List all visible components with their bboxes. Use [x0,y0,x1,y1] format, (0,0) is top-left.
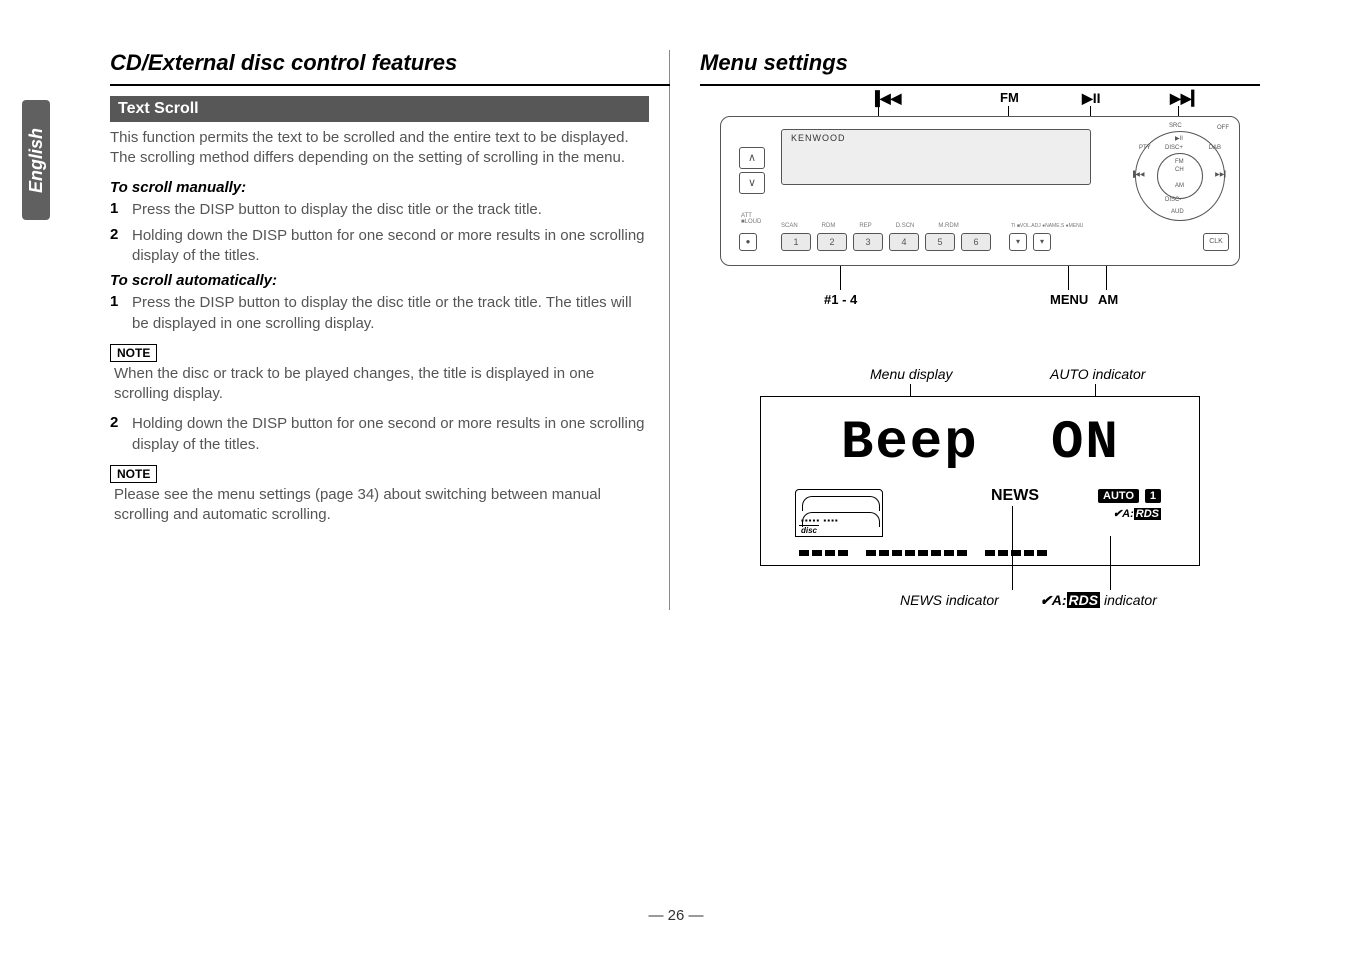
auto-badge: AUTO [1098,489,1139,503]
callout-am: AM [1098,292,1118,307]
note-2: Please see the menu settings (page 34) a… [114,485,649,526]
callout-rds-indicator: ✔A:RDS indicator [1040,592,1157,609]
note-label-1: NOTE [110,344,157,362]
radio-illustration: ▐◀◀ FM ▶II ▶▶▎ KENWOOD ∧ [700,116,1260,266]
brand-label: KENWOOD [791,133,846,143]
preset-1[interactable]: 1 [781,233,811,251]
progress-dots [799,543,1161,551]
vol-up-button[interactable]: ∧ [739,147,765,169]
display-illustration: Menu display AUTO indicator Beep ON ▪▪▪▪… [760,396,1200,566]
language-tab: English [22,100,50,220]
ti-labels: TI ■VOL.ADJ ●NAME.S ●MENU [1011,223,1083,229]
display-text-right: ON [1051,417,1120,471]
att-loud-label: ATT ■LOUD [741,213,761,225]
auto-step-1: 1 Press the DISP button to display the d… [110,293,649,334]
note-label-2: NOTE [110,465,157,483]
callout-menu: MENU [1050,292,1088,307]
text-scroll-heading: Text Scroll [110,96,649,122]
clk-button[interactable]: CLK [1203,233,1229,251]
manual-step-1: 1 Press the DISP button to display the d… [110,200,649,220]
preset-5[interactable]: 5 [925,233,955,251]
left-column: CD/External disc control features Text S… [110,50,670,610]
callout-fm: FM [1000,90,1019,105]
display-text-left: Beep [841,417,979,471]
note-1: When the disc or track to be played chan… [114,364,649,405]
manual-step-2: 2 Holding down the DISP button for one s… [110,226,649,267]
intro-text: This function permits the text to be scr… [110,128,649,169]
right-column: Menu settings ▐◀◀ FM ▶II ▶▶▎ [700,50,1260,610]
tiny-btn-1[interactable]: ▾ [1009,233,1027,251]
right-title: Menu settings [700,50,1260,76]
att-button[interactable]: ● [739,233,757,251]
tiny-btn-2[interactable]: ▾ [1033,233,1051,251]
callout-playpause: ▶II [1082,90,1101,107]
callout-menu-display: Menu display [870,366,953,382]
callout-news-indicator: NEWS indicator [900,592,999,608]
preset-2[interactable]: 2 [817,233,847,251]
preset-3[interactable]: 3 [853,233,883,251]
auto-heading: To scroll automatically: [110,272,649,289]
auto-step-2: 2 Holding down the DISP button for one s… [110,414,649,455]
callout-prev: ▐◀◀ [870,90,901,107]
callout-auto-indicator: AUTO indicator [1050,366,1145,382]
disc-dots: ▪▪▪▪▪ ▪▪▪▪ [801,516,839,525]
callout-presets: #1 - 4 [824,292,857,307]
left-title: CD/External disc control features [110,50,649,76]
callout-next: ▶▶▎ [1170,90,1202,107]
rds-badge: ✔A:RDS [1113,507,1161,520]
preset-button-row: 1 2 3 4 5 6 [781,233,991,251]
function-labels: SCAN RDM REP D.SCN M.RDM [781,223,959,229]
news-indicator: NEWS [991,487,1039,505]
page-number: — 26 — [0,907,1352,924]
manual-heading: To scroll manually: [110,179,649,196]
control-dial[interactable]: SRC OFF ▶II PTY DISC+ DAB FM CH ▐◀◀ ▶▶▎ … [1135,131,1225,221]
preset-6[interactable]: 6 [961,233,991,251]
disc-label: disc [799,525,819,535]
preset-4[interactable]: 4 [889,233,919,251]
vol-down-button[interactable]: ∨ [739,172,765,194]
one-badge: 1 [1145,489,1161,503]
